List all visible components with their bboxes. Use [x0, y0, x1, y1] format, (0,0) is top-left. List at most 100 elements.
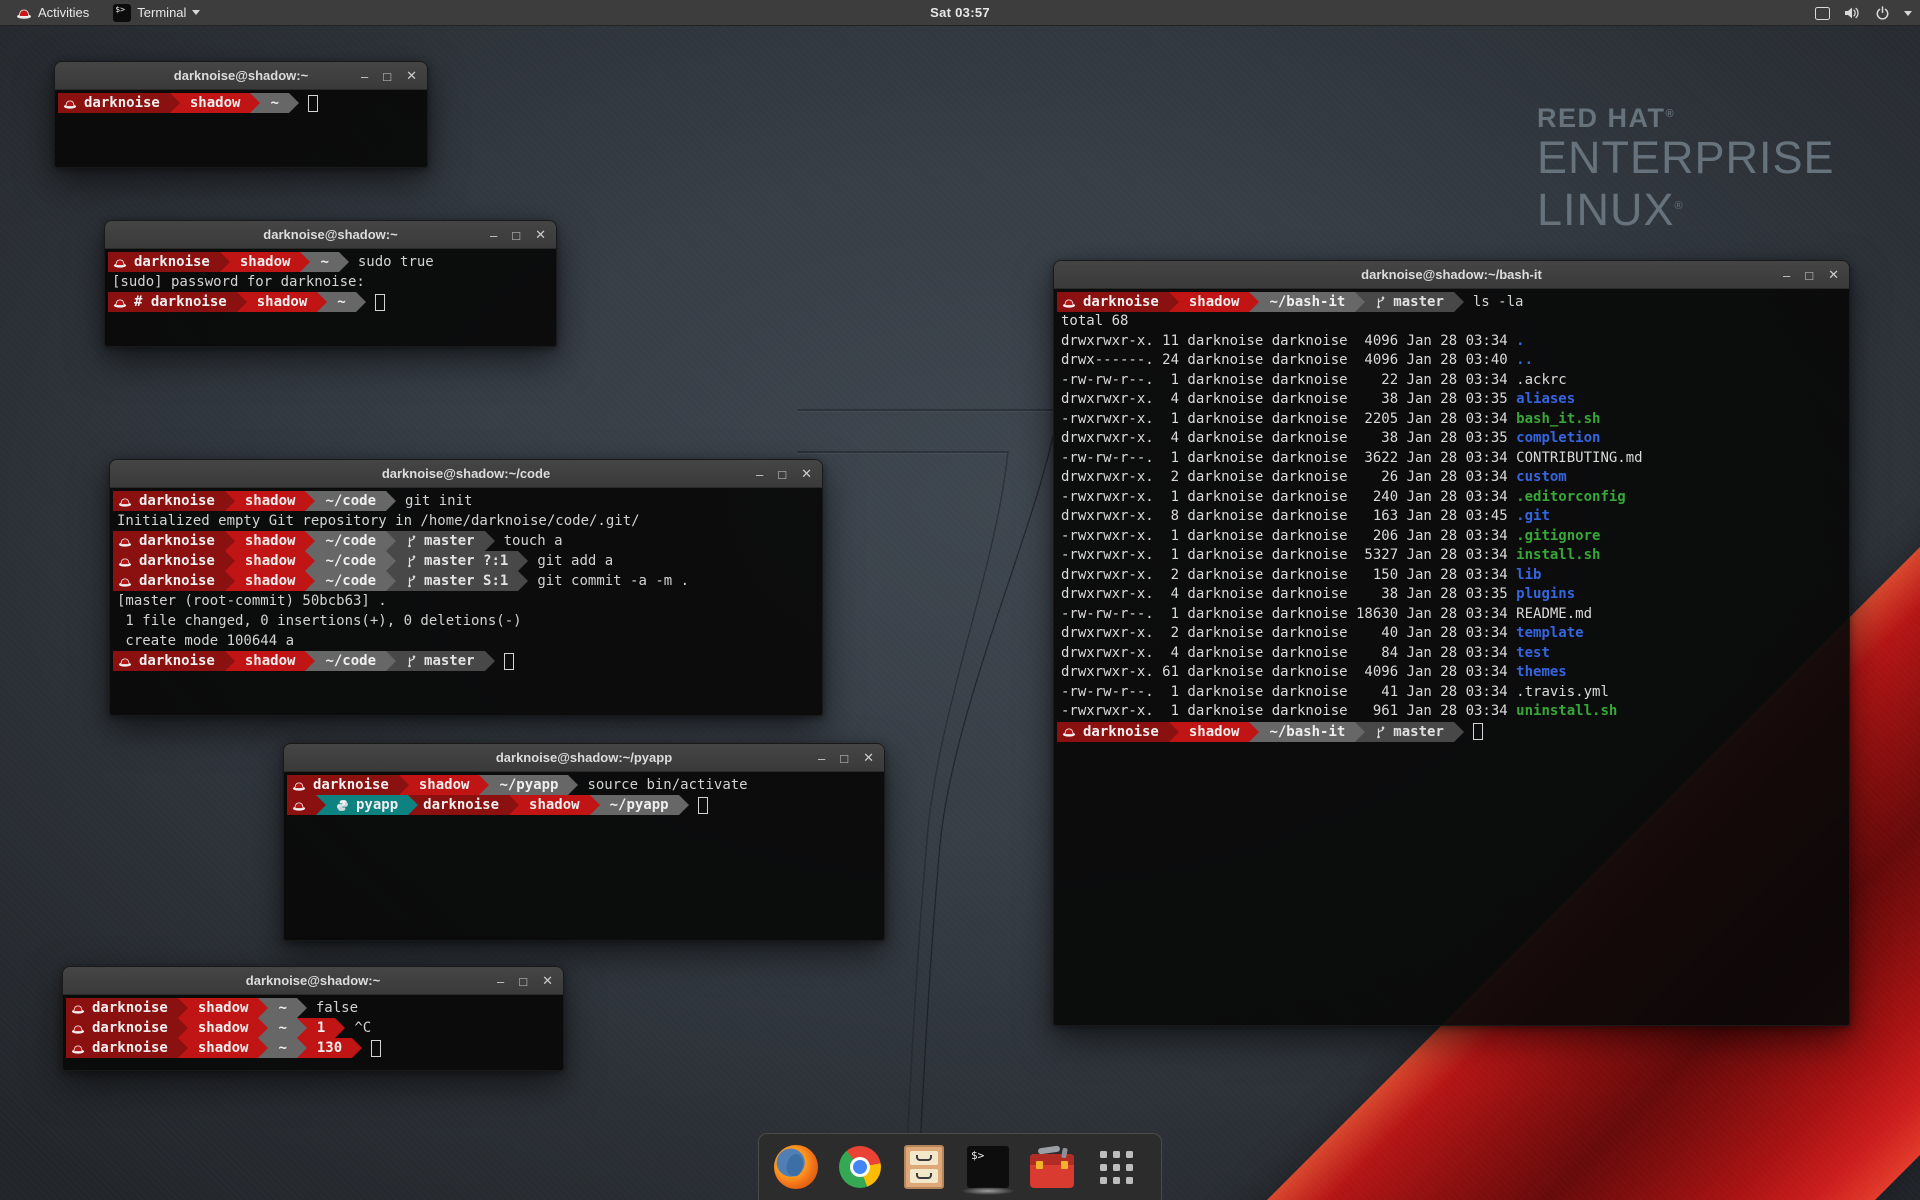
- maximize-button[interactable]: □: [1805, 268, 1813, 283]
- git-branch-icon: [1375, 725, 1386, 739]
- command-text: git commit -a -m .: [537, 571, 689, 591]
- prompt-line: darknoise shadow ~ sudo true: [108, 252, 556, 272]
- command-text: git add a: [537, 551, 613, 571]
- prompt-line: darknoise shadow ~ 130: [66, 1038, 563, 1058]
- ls-row: -rwxrwxr-x. 1 darknoise darknoise 240 Ja…: [1057, 488, 1849, 508]
- redhat-icon: [71, 1043, 85, 1054]
- terminal-icon: $>: [967, 1146, 1009, 1188]
- terminal-window-code: darknoise@shadow:~/code – □ ✕ darknoise …: [109, 459, 823, 716]
- ls-row: -rwxrwxr-x. 1 darknoise darknoise 5327 J…: [1057, 546, 1849, 566]
- maximize-button[interactable]: □: [840, 751, 848, 766]
- terminal-content[interactable]: darknoise shadow ~/bash-it master ls -la…: [1054, 289, 1849, 1025]
- window-title: darknoise@shadow:~/pyapp: [496, 750, 672, 765]
- dock-item-toolbox[interactable]: [1029, 1142, 1075, 1192]
- minimize-button[interactable]: –: [361, 69, 368, 84]
- redhat-icon: [113, 257, 127, 268]
- close-button[interactable]: ✕: [863, 750, 874, 766]
- chrome-icon: [839, 1146, 881, 1188]
- prompt-line: darknoise shadow ~/bash-it master: [1057, 722, 1849, 742]
- close-button[interactable]: ✕: [1828, 267, 1839, 283]
- redhat-icon: [113, 297, 127, 308]
- window-title: darknoise@shadow:~: [174, 68, 308, 83]
- activities-label: Activities: [38, 5, 89, 20]
- window-titlebar[interactable]: darknoise@shadow:~/bash-it – □ ✕: [1054, 261, 1849, 289]
- redhat-icon: [1062, 297, 1076, 308]
- ls-row: drwxrwxr-x. 2 darknoise darknoise 150 Ja…: [1057, 566, 1849, 586]
- terminal-content[interactable]: darknoise shadow ~/code git init Initial…: [110, 488, 822, 715]
- activities-button[interactable]: Activities: [8, 0, 97, 26]
- terminal-content[interactable]: darknoise shadow ~ false darknoise shado…: [63, 995, 563, 1070]
- redhat-logo-icon: [16, 7, 32, 19]
- rhel-branding: RED HAT® ENTERPRISE LINUX®: [1537, 103, 1835, 234]
- close-button[interactable]: ✕: [535, 227, 546, 243]
- output-line: Initialized empty Git repository in /hom…: [113, 511, 822, 531]
- prompt-line: darknoise shadow ~/code master: [113, 651, 822, 671]
- prompt-line: darknoise shadow ~/code master S:1 git c…: [113, 571, 822, 591]
- terminal-content[interactable]: darknoise shadow ~: [55, 90, 427, 167]
- dock-item-show-applications[interactable]: [1093, 1142, 1139, 1192]
- terminal-content[interactable]: darknoise shadow ~/pyapp source bin/acti…: [284, 772, 884, 940]
- command-text: touch a: [504, 531, 563, 551]
- ls-row: -rw-rw-r--. 1 darknoise darknoise 41 Jan…: [1057, 683, 1849, 703]
- dock-item-firefox[interactable]: [773, 1142, 819, 1192]
- app-menu-terminal[interactable]: $> Terminal: [105, 0, 208, 26]
- output-line: [sudo] password for darknoise:: [108, 272, 556, 292]
- window-titlebar[interactable]: darknoise@shadow:~ – □ ✕: [63, 967, 563, 995]
- power-icon[interactable]: [1875, 6, 1890, 21]
- terminal-content[interactable]: darknoise shadow ~ sudo true [sudo] pass…: [105, 249, 556, 346]
- minimize-button[interactable]: –: [1783, 268, 1790, 283]
- ls-row: -rwxrwxr-x. 1 darknoise darknoise 206 Ja…: [1057, 527, 1849, 547]
- window-titlebar[interactable]: darknoise@shadow:~ – □ ✕: [55, 62, 427, 90]
- minimize-button[interactable]: –: [490, 228, 497, 243]
- app-grid-icon: [1100, 1151, 1133, 1184]
- close-button[interactable]: ✕: [542, 973, 553, 989]
- window-titlebar[interactable]: darknoise@shadow:~ – □ ✕: [105, 221, 556, 249]
- maximize-button[interactable]: □: [512, 228, 520, 243]
- dock-item-files[interactable]: [901, 1142, 947, 1192]
- command-text: ^C: [354, 1018, 371, 1038]
- prompt-line-root: # darknoise shadow ~: [108, 292, 556, 312]
- terminal-cursor: [375, 294, 385, 311]
- display-icon[interactable]: [1815, 7, 1830, 20]
- window-titlebar[interactable]: darknoise@shadow:~/code – □ ✕: [110, 460, 822, 488]
- maximize-button[interactable]: □: [778, 467, 786, 482]
- chevron-down-icon: [192, 10, 200, 15]
- command-text: sudo true: [358, 252, 434, 272]
- ls-row: drwxrwxr-x. 4 darknoise darknoise 38 Jan…: [1057, 429, 1849, 449]
- maximize-button[interactable]: □: [383, 69, 391, 84]
- command-text: source bin/activate: [587, 775, 747, 795]
- output-line: 1 file changed, 0 insertions(+), 0 delet…: [113, 611, 822, 631]
- minimize-button[interactable]: –: [497, 974, 504, 989]
- minimize-button[interactable]: –: [818, 751, 825, 766]
- window-titlebar[interactable]: darknoise@shadow:~/pyapp – □ ✕: [284, 744, 884, 772]
- terminal-window-home-1: darknoise@shadow:~ – □ ✕ darknoise shado…: [54, 61, 428, 168]
- close-button[interactable]: ✕: [406, 68, 417, 84]
- top-bar: Activities $> Terminal Sat 03:57: [0, 0, 1920, 26]
- redhat-icon: [1062, 726, 1076, 737]
- command-text: false: [316, 998, 358, 1018]
- redhat-icon: [118, 496, 132, 507]
- dock-item-chrome[interactable]: [837, 1142, 883, 1192]
- firefox-icon: [774, 1145, 818, 1189]
- volume-icon[interactable]: [1844, 6, 1861, 20]
- ls-total-line: total 68: [1057, 312, 1849, 332]
- redhat-icon: [118, 536, 132, 547]
- git-branch-icon: [406, 554, 417, 568]
- minimize-button[interactable]: –: [756, 467, 763, 482]
- dock: $>: [758, 1133, 1162, 1200]
- redhat-icon: [292, 780, 306, 791]
- terminal-app-icon: $>: [113, 4, 131, 22]
- terminal-cursor: [1473, 723, 1483, 740]
- terminal-window-sudo: darknoise@shadow:~ – □ ✕ darknoise shado…: [104, 220, 557, 347]
- clock[interactable]: Sat 03:57: [930, 5, 990, 20]
- system-menu-chevron-icon[interactable]: [1904, 11, 1912, 16]
- running-app-indicator: [961, 1187, 1015, 1195]
- exit-code-segment: 130: [307, 1038, 352, 1058]
- command-text: ls -la: [1473, 292, 1524, 312]
- ls-row: -rwxrwxr-x. 1 darknoise darknoise 961 Ja…: [1057, 702, 1849, 722]
- close-button[interactable]: ✕: [801, 466, 812, 482]
- branding-red-hat: RED HAT®: [1537, 103, 1835, 134]
- window-title: darknoise@shadow:~/code: [382, 466, 550, 481]
- maximize-button[interactable]: □: [519, 974, 527, 989]
- dock-item-terminal[interactable]: $>: [965, 1142, 1011, 1192]
